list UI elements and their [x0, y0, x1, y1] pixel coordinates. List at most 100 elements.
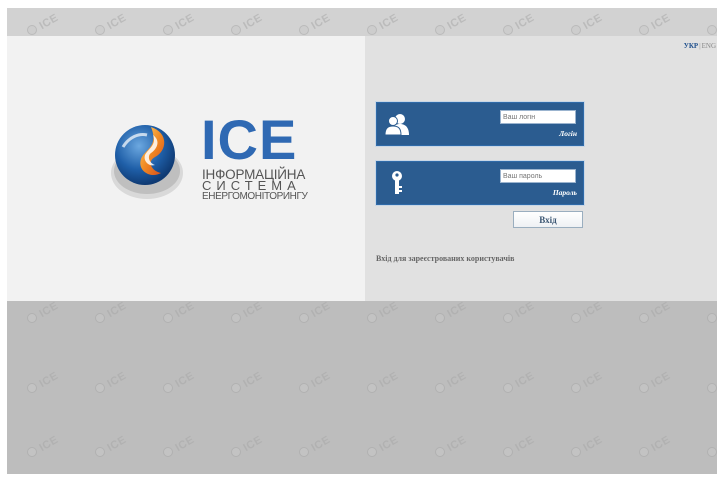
watermark-text: ICE [377, 369, 401, 391]
watermark-text: ICE [309, 369, 333, 391]
watermark-text: ICE [173, 299, 197, 321]
watermark-logo: ICE [571, 370, 605, 394]
watermark-ball-icon [707, 25, 717, 35]
watermark-logo: ICE [27, 370, 61, 394]
watermark-text: ICE [649, 433, 673, 455]
password-input[interactable] [500, 169, 576, 183]
watermark-ball-icon [639, 313, 649, 323]
logo-subtitle-line-3: ЕНЕРГОМОНІТОРИНГУ [202, 191, 308, 202]
watermark-ball-icon [503, 447, 513, 457]
watermark-text: ICE [377, 11, 401, 33]
watermark-ball-icon [639, 25, 649, 35]
watermark-ball-icon [571, 25, 581, 35]
watermark-ball-icon [503, 25, 513, 35]
watermark-logo: ICE [95, 12, 129, 36]
watermark-text: ICE [649, 11, 673, 33]
watermark-logo: ICE [503, 12, 537, 36]
watermark-logo: ICE [435, 370, 469, 394]
watermark-text: ICE [445, 11, 469, 33]
watermark-text: ICE [105, 299, 129, 321]
language-eng-link[interactable]: ENG [702, 42, 716, 50]
password-label: Пароль [552, 188, 577, 197]
watermark-text: ICE [105, 369, 129, 391]
watermark-logo: ICE [27, 12, 61, 36]
watermark-ball-icon [95, 383, 105, 393]
watermark-text: ICE [37, 299, 61, 321]
login-input[interactable] [500, 110, 576, 124]
watermark-ball-icon [571, 313, 581, 323]
watermark-text: ICE [581, 299, 605, 321]
watermark-logo: ICE [639, 434, 673, 458]
watermark-logo: ICE [163, 300, 197, 324]
watermark-ball-icon [27, 447, 37, 457]
watermark-logo: ICE [503, 434, 537, 458]
watermark-logo: ICE [571, 434, 605, 458]
watermark-ball-icon [435, 447, 445, 457]
watermark-text: ICE [513, 11, 537, 33]
watermark-logo: ICE [163, 12, 197, 36]
watermark-logo: ICE [571, 300, 605, 324]
watermark-text: ICE [37, 11, 61, 33]
watermark-ball-icon [299, 383, 309, 393]
logo-title: ICE [201, 108, 298, 171]
watermark-ball-icon [435, 25, 445, 35]
watermark-text: ICE [377, 299, 401, 321]
watermark-text: ICE [241, 433, 265, 455]
watermark-logo: ICE [95, 300, 129, 324]
watermark-ball-icon [231, 383, 241, 393]
watermark-text: ICE [649, 369, 673, 391]
watermark-logo: ICE [367, 12, 401, 36]
watermark-logo: ICE [571, 12, 605, 36]
watermark-text: ICE [241, 11, 265, 33]
watermark-ball-icon [639, 383, 649, 393]
watermark-logo: ICE [27, 300, 61, 324]
watermark-text: ICE [513, 433, 537, 455]
watermark-ball-icon [27, 25, 37, 35]
watermark-ball-icon [367, 383, 377, 393]
language-separator: | [699, 42, 701, 50]
watermark-text: ICE [241, 299, 265, 321]
watermark-ball-icon [231, 25, 241, 35]
watermark-logo: ICE [27, 434, 61, 458]
watermark-logo: ICE [639, 12, 673, 36]
watermark-text: ICE [105, 11, 129, 33]
watermark-logo: ICE [707, 374, 717, 394]
watermark-text: ICE [581, 369, 605, 391]
watermark-ball-icon [571, 447, 581, 457]
watermark-logo: ICE [639, 300, 673, 324]
watermark-text: ICE [173, 433, 197, 455]
watermark-logo: ICE [367, 434, 401, 458]
watermark-ball-icon [299, 313, 309, 323]
watermark-text: ICE [37, 369, 61, 391]
watermark-logo: ICE [435, 12, 469, 36]
ice-logo: ICE ІНФОРМАЦІЙНА СИСТЕМА ЕНЕРГОМОНІТОРИН… [107, 108, 308, 208]
watermark-ball-icon [27, 313, 37, 323]
watermark-ball-icon [163, 313, 173, 323]
language-switcher: УКР|ENG [684, 42, 716, 50]
watermark-ball-icon [95, 25, 105, 35]
login-button[interactable]: Вхід [513, 211, 583, 228]
watermark-ball-icon [571, 383, 581, 393]
watermark-ball-icon [707, 313, 717, 323]
watermark-ball-icon [95, 313, 105, 323]
login-label: Логін [559, 129, 577, 138]
watermark-logo: ICE [503, 370, 537, 394]
registered-users-link[interactable]: Вхід для зареєстрованих користувачів [376, 254, 514, 263]
watermark-text: ICE [173, 369, 197, 391]
watermark-logo: ICE [231, 300, 265, 324]
watermark-ball-icon [503, 383, 513, 393]
language-ukr-link[interactable]: УКР [684, 42, 699, 50]
watermark-logo: ICE [299, 370, 333, 394]
watermark-logo: ICE [367, 370, 401, 394]
watermark-ball-icon [299, 25, 309, 35]
watermark-ball-icon [503, 313, 513, 323]
watermark-ball-icon [27, 383, 37, 393]
watermark-logo: ICE [367, 300, 401, 324]
page-background: ICE ICE ICE ICE ICE ICE ICE ICE ICE ICE ICE ICE ICE I… [7, 8, 717, 474]
watermark-logo: ICE [707, 16, 717, 36]
watermark-logo: ICE [163, 434, 197, 458]
watermark-logo: ICE [435, 300, 469, 324]
watermark-text: ICE [445, 433, 469, 455]
watermark-logo: ICE [231, 370, 265, 394]
watermark-ball-icon [163, 447, 173, 457]
